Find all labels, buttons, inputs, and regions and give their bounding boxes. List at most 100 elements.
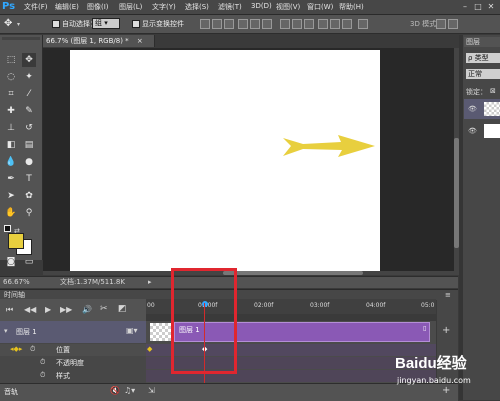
stopwatch-icon[interactable]: ⏱: [30, 345, 35, 354]
image-canvas[interactable]: [70, 50, 380, 273]
distribute-right-icon[interactable]: [342, 19, 352, 29]
chevron-down-icon[interactable]: ▾: [17, 21, 20, 28]
next-frame-icon[interactable]: ▶▶: [60, 305, 72, 314]
auto-select-checkbox[interactable]: [52, 20, 60, 28]
healing-brush-icon[interactable]: ✚: [4, 104, 18, 118]
crop-tool-icon[interactable]: ⌗: [4, 87, 18, 101]
horizontal-scroll-thumb[interactable]: [223, 271, 363, 275]
menu-filter[interactable]: 滤镜(T): [218, 2, 242, 12]
menu-help[interactable]: 帮助(H): [339, 2, 364, 12]
lock-transparent-icon[interactable]: ⊠: [490, 87, 496, 95]
menu-bar: Ps 文件(F) 编辑(E) 图像(I) 图层(L) 文字(Y) 选择(S) 滤…: [0, 0, 500, 15]
ruler-label-2: 02:00f: [254, 302, 274, 309]
pen-tool-icon[interactable]: ✒: [4, 172, 18, 186]
play-icon[interactable]: ▶: [45, 305, 51, 314]
music-note-icon[interactable]: ♫▾: [124, 386, 135, 395]
layer-row[interactable]: ▾ 图层 1 ▣▾: [0, 321, 146, 343]
maximize-icon[interactable]: □: [473, 2, 483, 11]
eyedropper-icon[interactable]: ⁄: [22, 87, 36, 101]
align-bottom-icon[interactable]: [224, 19, 234, 29]
history-brush-icon[interactable]: ↺: [22, 121, 36, 135]
mute-icon[interactable]: 🔇: [110, 386, 120, 395]
property-row[interactable]: ⏱ 样式: [0, 370, 146, 382]
3d-rotate-icon[interactable]: [436, 19, 446, 29]
audio-icon[interactable]: 🔊: [82, 305, 92, 314]
layer-options-icon[interactable]: ▣▾: [126, 326, 138, 335]
property-row[interactable]: ◂◆▸ ⏱ 位置: [0, 344, 146, 356]
shape-tool-icon[interactable]: ✿: [22, 189, 36, 203]
type-tool-icon[interactable]: T: [22, 172, 36, 186]
auto-select-dropdown[interactable]: 组 ▾: [92, 18, 120, 29]
collapse-arrow-icon[interactable]: ▾: [4, 327, 8, 335]
brush-tool-icon[interactable]: ✎: [22, 104, 36, 118]
menu-image[interactable]: 图像(I): [87, 2, 109, 12]
menu-edit[interactable]: 编辑(E): [55, 2, 79, 12]
foreground-color-swatch[interactable]: [8, 233, 24, 249]
magic-wand-icon[interactable]: ✦: [22, 70, 36, 84]
stopwatch-icon[interactable]: ⏱: [40, 358, 45, 367]
clip-end-icon[interactable]: ▯: [423, 325, 426, 332]
menu-type[interactable]: 文字(Y): [152, 2, 176, 12]
close-window-icon[interactable]: ✕: [486, 2, 496, 11]
align-left-icon[interactable]: [238, 19, 248, 29]
visibility-eye-icon[interactable]: 👁: [468, 127, 477, 135]
transition-icon[interactable]: ◩: [118, 304, 127, 314]
align-top-icon[interactable]: [200, 19, 210, 29]
menu-3d[interactable]: 3D(D): [251, 2, 272, 10]
close-tab-icon[interactable]: ×: [137, 37, 143, 45]
align-vcenter-icon[interactable]: [212, 19, 222, 29]
hand-tool-icon[interactable]: ✋: [4, 206, 18, 220]
auto-align-icon[interactable]: [358, 19, 368, 29]
move-tool-icon[interactable]: ✥: [4, 18, 12, 29]
blend-mode-dropdown[interactable]: 正常: [466, 69, 500, 79]
horizontal-scrollbar[interactable]: [43, 271, 454, 275]
keyframe-start-icon[interactable]: ◆: [147, 345, 152, 353]
status-menu-arrow-icon[interactable]: ▸: [148, 277, 152, 288]
zoom-level[interactable]: 66.67%: [3, 277, 30, 288]
minimize-icon[interactable]: –: [460, 2, 470, 11]
distribute-vcenter-icon[interactable]: [292, 19, 302, 29]
layers-tab[interactable]: 图层: [464, 37, 500, 47]
menu-select[interactable]: 选择(S): [185, 2, 209, 12]
first-frame-icon[interactable]: ⏮: [6, 305, 13, 315]
distribute-top-icon[interactable]: [280, 19, 290, 29]
visibility-eye-icon[interactable]: 👁: [468, 105, 477, 113]
menu-layer[interactable]: 图层(L): [119, 2, 142, 12]
lasso-tool-icon[interactable]: ◌: [4, 70, 18, 84]
3d-roll-icon[interactable]: [448, 19, 458, 29]
align-right-icon[interactable]: [262, 19, 272, 29]
align-hcenter-icon[interactable]: [250, 19, 260, 29]
menu-window[interactable]: 窗口(W): [307, 2, 333, 12]
distribute-hcenter-icon[interactable]: [330, 19, 340, 29]
quick-mask-icon[interactable]: ◙: [4, 257, 18, 267]
layer-item-1[interactable]: 👁: [464, 99, 500, 119]
panel-collapse-strip[interactable]: [459, 35, 463, 400]
property-row[interactable]: ⏱ 不透明度: [0, 357, 146, 369]
toolbox-grip[interactable]: [2, 37, 40, 40]
layer-item-background[interactable]: 👁: [464, 121, 500, 141]
distribute-left-icon[interactable]: [318, 19, 328, 29]
blur-tool-icon[interactable]: 💧: [4, 155, 18, 169]
marquee-tool-icon[interactable]: ⬚: [4, 53, 18, 67]
distribute-bottom-icon[interactable]: [304, 19, 314, 29]
eraser-tool-icon[interactable]: ◧: [4, 138, 18, 152]
zoom-tool-icon[interactable]: ⚲: [22, 206, 36, 220]
menu-file[interactable]: 文件(F): [24, 2, 48, 12]
render-video-icon[interactable]: ⇲: [148, 386, 155, 395]
stopwatch-icon[interactable]: ⏱: [40, 371, 45, 380]
keyframe-nav-icon[interactable]: ◂◆▸: [10, 345, 22, 353]
gradient-tool-icon[interactable]: ▤: [22, 138, 36, 152]
path-select-icon[interactable]: ➤: [4, 189, 18, 203]
show-transform-checkbox[interactable]: [132, 20, 140, 28]
clone-stamp-icon[interactable]: ⊥: [4, 121, 18, 135]
split-icon[interactable]: ✂: [100, 304, 108, 314]
layer-kind-filter[interactable]: ρ 类型: [466, 53, 500, 63]
add-media-icon[interactable]: +: [442, 325, 450, 336]
document-tab[interactable]: 66.7% (图层 1, RGB/8) * ×: [43, 35, 155, 47]
move-tool-icon[interactable]: ✥: [22, 53, 36, 67]
screen-mode-icon[interactable]: ▭: [22, 257, 36, 267]
dodge-tool-icon[interactable]: ●: [22, 155, 36, 169]
options-bar: ✥ ▾ 自动选择： 组 ▾ 显示变换控件 3D 模式：: [0, 15, 500, 34]
prev-frame-icon[interactable]: ◀◀: [24, 305, 36, 314]
menu-view[interactable]: 视图(V): [276, 2, 300, 12]
